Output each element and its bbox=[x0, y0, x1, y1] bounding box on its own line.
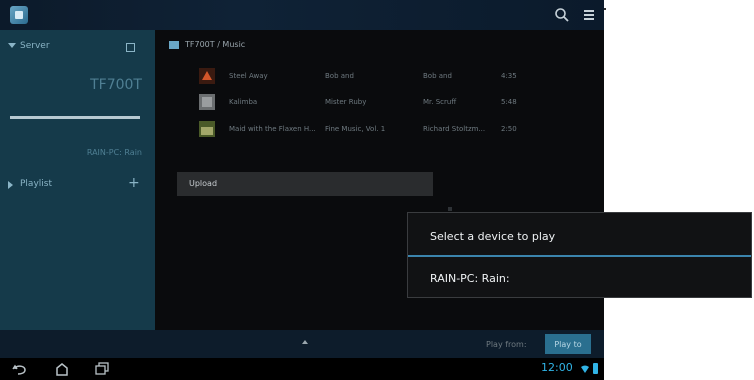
play-to-button[interactable]: Play to bbox=[545, 334, 591, 354]
dialog-divider bbox=[408, 255, 751, 257]
expand-down-icon bbox=[8, 43, 16, 48]
action-bar bbox=[0, 0, 604, 30]
server-label: Server bbox=[20, 41, 50, 51]
device-name[interactable]: TF700T bbox=[0, 77, 142, 93]
back-icon[interactable] bbox=[12, 362, 28, 376]
bottom-action-bar: Play from: Play to bbox=[0, 330, 604, 358]
breadcrumb-path[interactable]: TF700T / Music bbox=[185, 40, 245, 49]
track-artist: Richard Stoltzm... bbox=[423, 125, 486, 133]
expand-right-icon bbox=[8, 181, 13, 189]
track-title: Maid with the Flaxen H... bbox=[229, 125, 316, 133]
track-duration: 2:50 bbox=[501, 125, 517, 133]
dialog-anchor bbox=[448, 207, 452, 211]
wifi-icon bbox=[581, 365, 589, 373]
search-icon[interactable] bbox=[554, 7, 570, 23]
folder-icon bbox=[169, 41, 179, 49]
system-nav-bar: 12:00 bbox=[0, 358, 604, 380]
music-file-icon bbox=[199, 94, 215, 110]
add-playlist-icon[interactable]: + bbox=[128, 175, 140, 191]
playlist-header[interactable]: Playlist + bbox=[0, 175, 155, 196]
track-album: Mister Ruby bbox=[325, 98, 367, 106]
battery-icon bbox=[593, 363, 598, 374]
server-pc-item[interactable]: RAIN-PC: Rain bbox=[0, 148, 142, 157]
list-item[interactable]: Kalimba Mister Ruby Mr. Scruff 5:48 bbox=[195, 94, 555, 112]
recent-apps-icon[interactable] bbox=[94, 362, 110, 376]
upload-label: Upload bbox=[189, 179, 218, 188]
app-window: Server TF700T RAIN-PC: Rain Playlist + T… bbox=[0, 0, 604, 380]
device-option-rain-pc[interactable]: RAIN-PC: Rain: bbox=[430, 272, 510, 285]
track-duration: 4:35 bbox=[501, 72, 517, 80]
app-logo-icon[interactable] bbox=[10, 6, 28, 24]
track-artist: Bob and bbox=[423, 72, 452, 80]
play-to-label: Play to bbox=[554, 340, 582, 349]
overflow-menu-icon[interactable] bbox=[582, 7, 596, 23]
track-artist: Mr. Scruff bbox=[423, 98, 457, 106]
clock: 12:00 bbox=[541, 361, 573, 374]
music-file-icon bbox=[199, 121, 215, 137]
track-title: Steel Away bbox=[229, 72, 268, 80]
left-pane: Server TF700T RAIN-PC: Rain Playlist + bbox=[0, 30, 155, 330]
stop-icon[interactable] bbox=[126, 43, 135, 52]
playlist-label: Playlist bbox=[20, 179, 52, 189]
home-icon[interactable] bbox=[54, 362, 70, 376]
device-picker-dialog: Select a device to play RAIN-PC: Rain: bbox=[407, 212, 752, 298]
track-album: Fine Music, Vol. 1 bbox=[325, 125, 386, 133]
list-item[interactable]: Steel Away Bob and Bob and 4:35 bbox=[195, 68, 555, 86]
selection-indicator bbox=[10, 116, 140, 119]
track-duration: 5:48 bbox=[501, 98, 517, 106]
music-file-icon bbox=[199, 68, 215, 84]
track-title: Kalimba bbox=[229, 98, 258, 106]
chevron-up-icon[interactable] bbox=[302, 340, 308, 344]
server-header[interactable]: Server bbox=[0, 38, 155, 58]
track-album: Bob and bbox=[325, 72, 354, 80]
dialog-title: Select a device to play bbox=[430, 230, 556, 243]
upload-button[interactable]: Upload bbox=[177, 172, 433, 196]
list-item[interactable]: Maid with the Flaxen H... Fine Music, Vo… bbox=[195, 121, 555, 139]
play-from-label: Play from: bbox=[486, 340, 527, 349]
edge-dot bbox=[604, 8, 606, 10]
